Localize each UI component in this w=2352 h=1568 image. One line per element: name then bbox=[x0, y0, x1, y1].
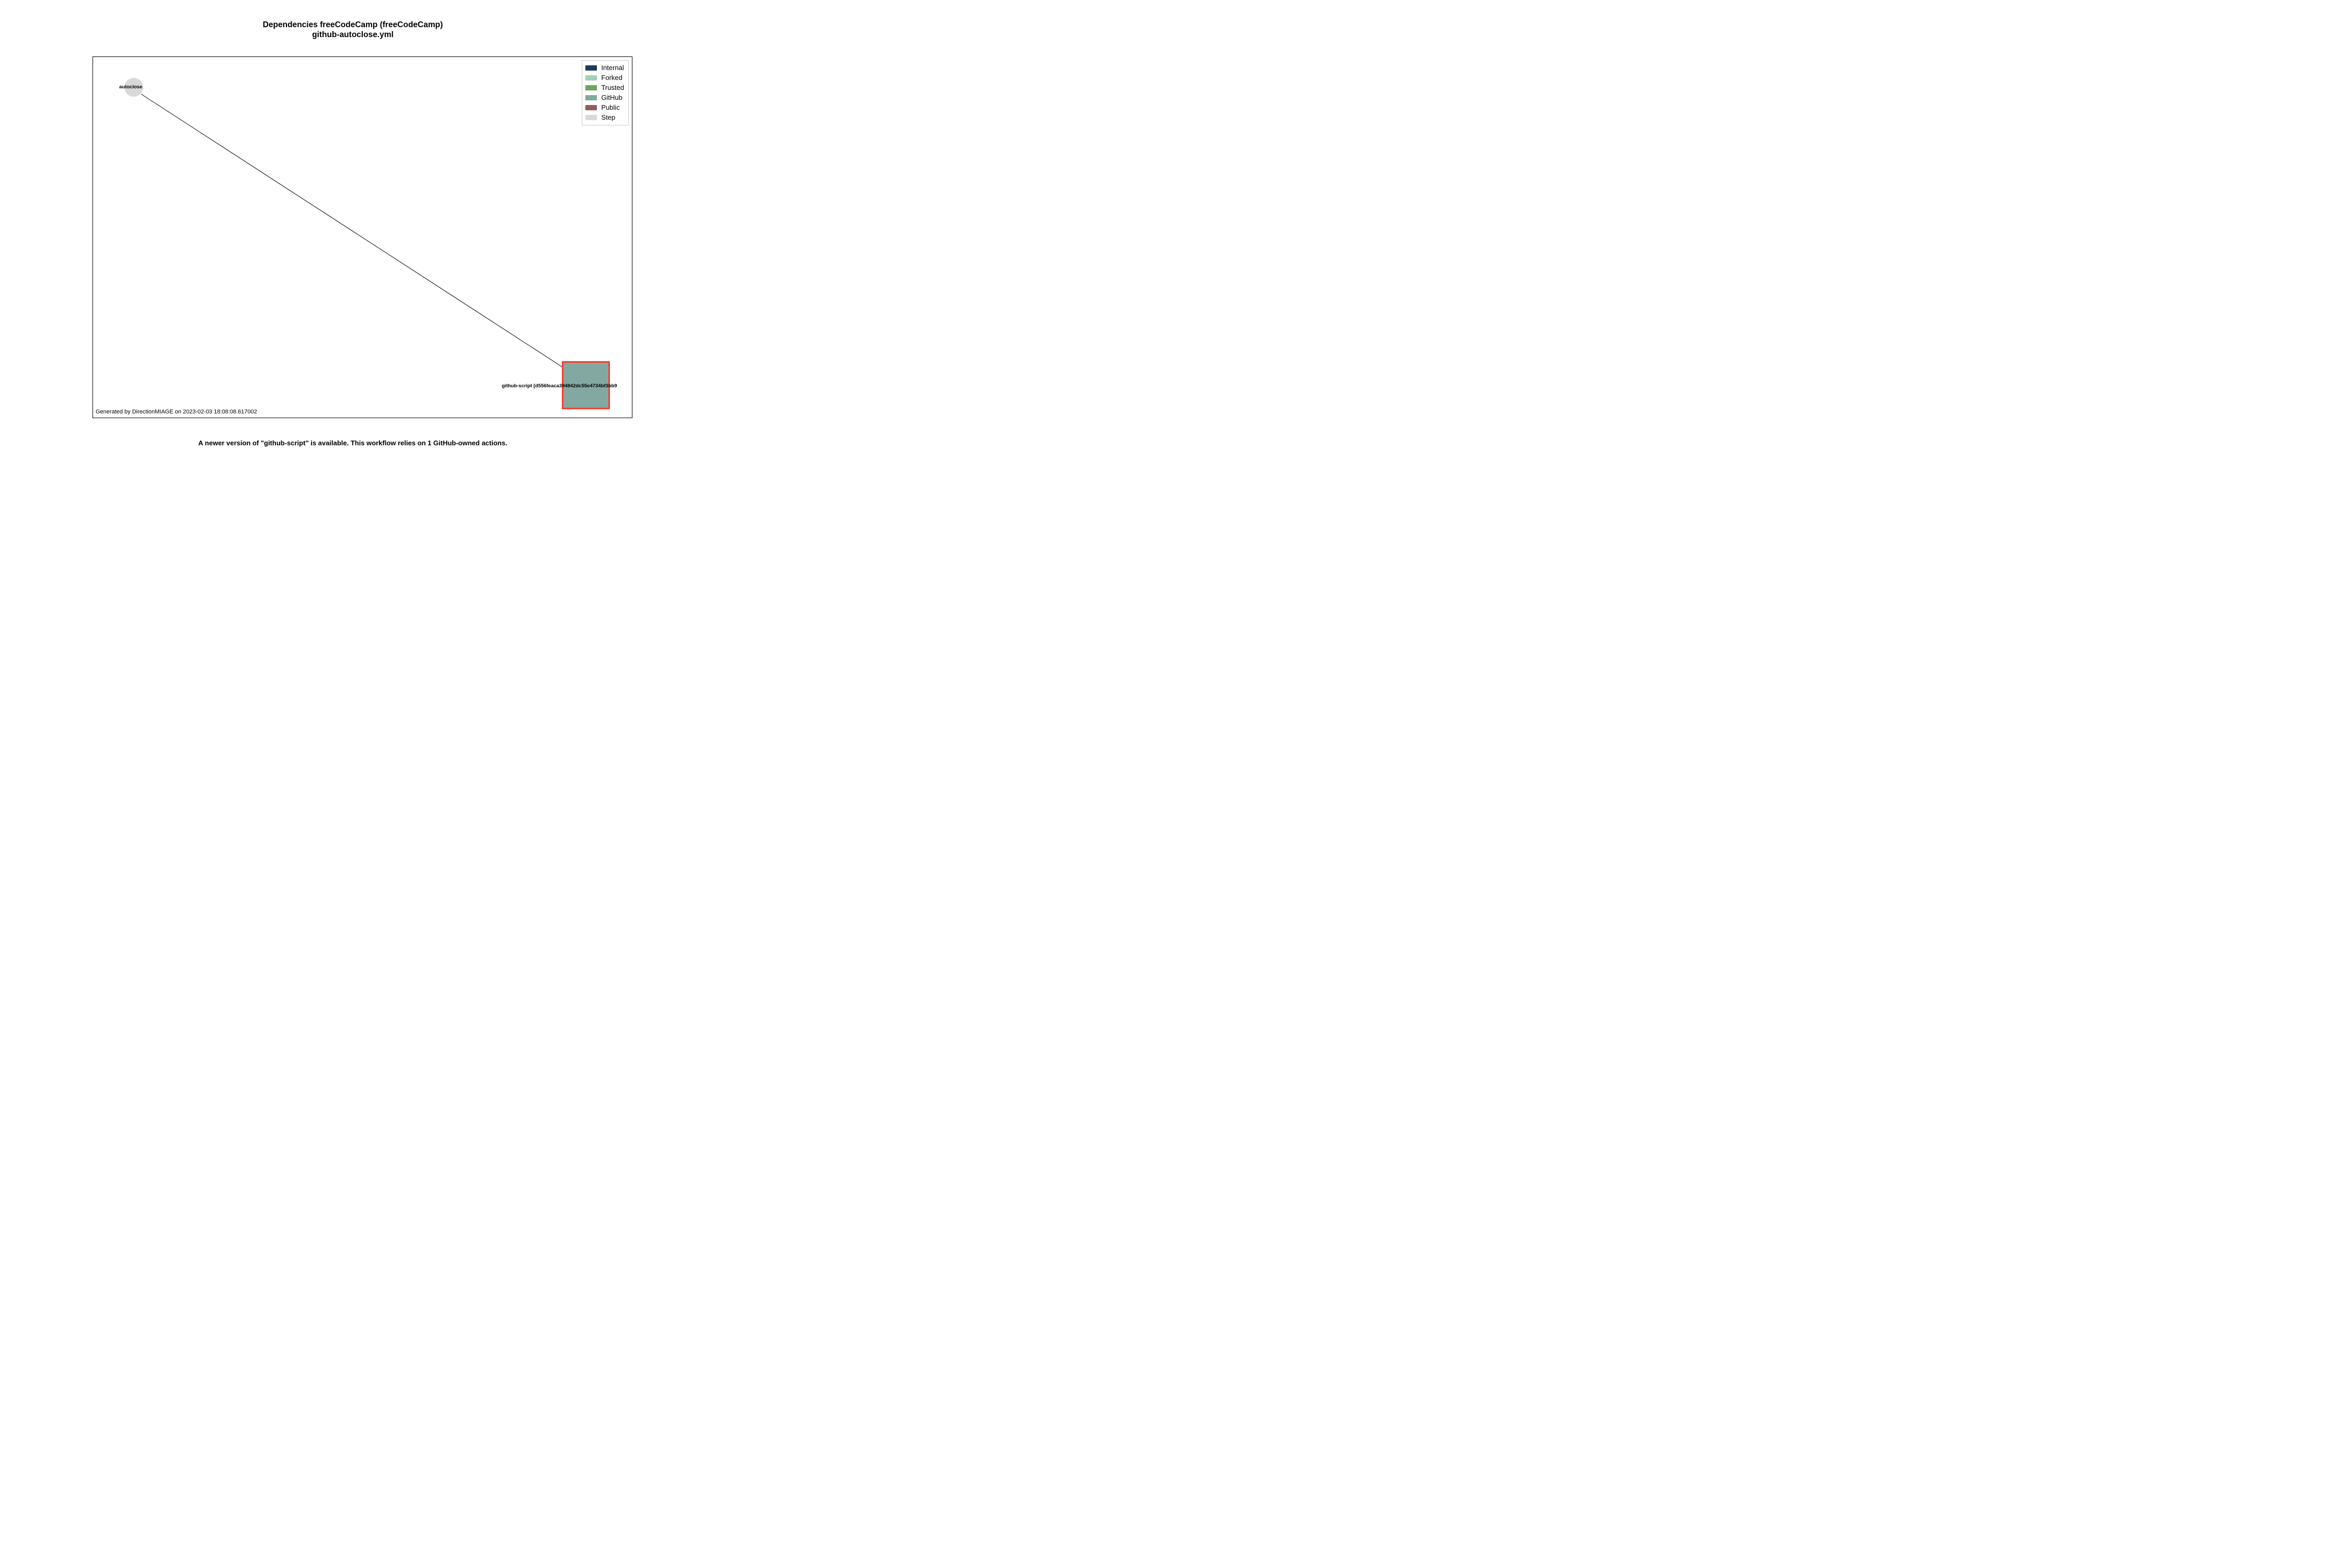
legend-item-github: GitHub bbox=[585, 93, 624, 102]
legend-swatch bbox=[585, 65, 597, 71]
legend-label: Forked bbox=[601, 74, 622, 82]
legend-label: Trusted bbox=[601, 84, 624, 91]
legend-item-trusted: Trusted bbox=[585, 83, 624, 93]
legend-swatch bbox=[585, 75, 597, 80]
github-action-node-label: github-script [d556feaca394842dc55e4734b… bbox=[502, 383, 617, 389]
legend-swatch bbox=[585, 85, 597, 90]
legend-item-internal: Internal bbox=[585, 63, 624, 73]
legend-label: Public bbox=[601, 103, 619, 111]
legend-swatch bbox=[585, 105, 597, 110]
legend-swatch bbox=[585, 95, 597, 100]
legend-label: Internal bbox=[601, 64, 624, 72]
legend-item-public: Public bbox=[585, 102, 624, 112]
legend-swatch bbox=[585, 115, 597, 120]
step-node-label: autoclose bbox=[119, 84, 142, 90]
chart-title: Dependencies freeCodeCamp (freeCodeCamp)… bbox=[0, 0, 706, 40]
chart-title-line2: github-autoclose.yml bbox=[0, 30, 706, 40]
legend-label: Step bbox=[601, 113, 615, 121]
legend-item-step: Step bbox=[585, 112, 624, 122]
caption: A newer version of "github-script" is av… bbox=[0, 439, 706, 447]
legend-label: GitHub bbox=[601, 94, 622, 101]
generation-footer: Generated by DirectionMIAGE on 2023-02-0… bbox=[96, 409, 257, 415]
legend-item-forked: Forked bbox=[585, 73, 624, 83]
legend: Internal Forked Trusted GitHub Public St… bbox=[582, 60, 629, 125]
chart-title-line1: Dependencies freeCodeCamp (freeCodeCamp) bbox=[0, 20, 706, 30]
plot-area: autoclose github-script [d556feaca394842… bbox=[93, 56, 632, 418]
dependency-edge bbox=[93, 57, 632, 418]
